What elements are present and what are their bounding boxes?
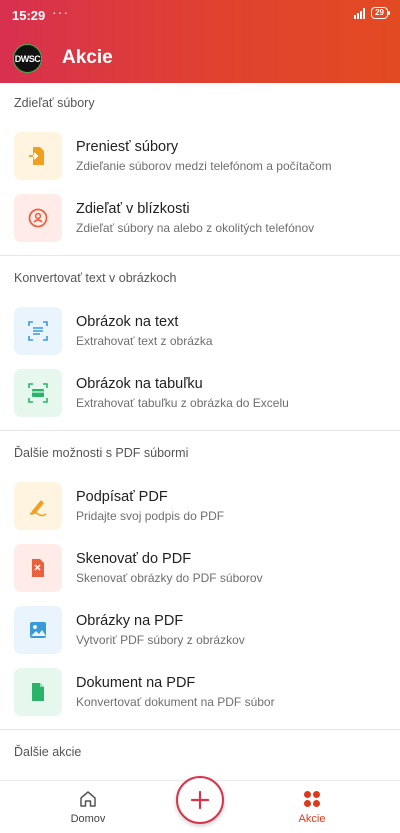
item-title: Obrázky na PDF <box>76 613 184 629</box>
nav-home-label: Domov <box>70 813 106 825</box>
item-subtitle: Extrahovať text z obrázka <box>76 334 213 348</box>
document-to-pdf-icon <box>14 668 62 716</box>
image-to-text-icon <box>14 307 62 355</box>
actions-list[interactable]: Zdieľať súbory Preniesť súbory Zdieľanie… <box>0 83 400 780</box>
transfer-files-icon <box>14 132 62 180</box>
actions-grid-icon <box>304 791 320 807</box>
home-icon <box>80 791 96 807</box>
list-item-image-to-text[interactable]: Obrázok na text Extrahovať text z obrázk… <box>0 300 400 362</box>
images-to-pdf-icon <box>14 606 62 654</box>
status-indicators: 29 <box>354 7 390 19</box>
image-to-table-icon <box>14 369 62 417</box>
nearby-share-icon <box>14 194 62 242</box>
create-new-button[interactable] <box>176 776 224 824</box>
list-item-images-to-pdf[interactable]: Obrázky na PDF Vytvoriť PDF súbory z obr… <box>0 599 400 661</box>
item-title: Dokument na PDF <box>76 675 196 691</box>
sign-pdf-icon <box>14 482 62 530</box>
item-subtitle: Zdieľať súbory na alebo z okolitých tele… <box>76 221 315 235</box>
item-subtitle: Vytvoriť PDF súbory z obrázkov <box>76 633 245 647</box>
item-title: Zdieľať v blízkosti <box>76 201 190 217</box>
item-title: Skenovať do PDF <box>76 551 192 567</box>
list-item-transfer-files[interactable]: Preniesť súbory Zdieľanie súborov medzi … <box>0 125 400 187</box>
list-item-nearby-share[interactable]: Zdieľať v blízkosti Zdieľať súbory na al… <box>0 187 400 249</box>
item-subtitle: Extrahovať tabuľku z obrázka do Excelu <box>76 396 289 410</box>
avatar[interactable]: DWSC <box>13 44 42 73</box>
section-title: Zdieľať súbory <box>14 96 95 110</box>
nav-home[interactable]: Domov <box>48 789 128 825</box>
section-pdf-options: Ďalšie možnosti s PDF súbormi Podpísať P… <box>0 431 400 730</box>
signal-icon <box>354 7 366 19</box>
nav-actions[interactable]: Akcie <box>272 789 352 825</box>
plus-icon <box>190 790 210 810</box>
list-item-image-to-table[interactable]: Obrázok na tabuľku Extrahovať tabuľku z … <box>0 362 400 424</box>
battery-icon: 29 <box>371 7 390 19</box>
list-item-sign-pdf[interactable]: Podpísať PDF Pridajte svoj podpis do PDF <box>0 475 400 537</box>
page-title: Akcie <box>62 47 113 68</box>
item-subtitle: Pridajte svoj podpis do PDF <box>76 509 225 523</box>
section-more-actions: Ďalšie akcie <box>0 730 400 770</box>
list-item-document-to-pdf[interactable]: Dokument na PDF Konvertovať dokument na … <box>0 661 400 723</box>
item-title: Preniesť súbory <box>76 139 179 155</box>
status-bar: 15:29 ··· 29 <box>0 0 400 30</box>
item-title: Obrázok na tabuľku <box>76 376 203 392</box>
item-subtitle: Zdieľanie súborov medzi telefónom a počí… <box>76 159 332 173</box>
section-title: Ďalšie možnosti s PDF súbormi <box>14 446 189 460</box>
section-title: Konvertovať text v obrázkoch <box>14 271 177 285</box>
avatar-text: DWSC <box>14 53 41 64</box>
nav-actions-label: Akcie <box>298 813 326 825</box>
status-notification-dots: ··· <box>52 4 69 20</box>
item-title: Podpísať PDF <box>76 489 168 505</box>
app-header: 15:29 ··· 29 DWSC Akcie <box>0 0 400 83</box>
scan-to-pdf-icon <box>14 544 62 592</box>
item-subtitle: Konvertovať dokument na PDF súbor <box>76 695 275 709</box>
section-convert-text: Konvertovať text v obrázkoch Obrázok na … <box>0 256 400 431</box>
item-title: Obrázok na text <box>76 314 179 330</box>
battery-level: 29 <box>375 8 384 17</box>
section-title: Ďalšie akcie <box>14 745 82 759</box>
status-time: 15:29 <box>12 8 46 23</box>
item-subtitle: Skenovať obrázky do PDF súborov <box>76 571 263 585</box>
list-item-scan-to-pdf[interactable]: Skenovať do PDF Skenovať obrázky do PDF … <box>0 537 400 599</box>
section-share-files: Zdieľať súbory Preniesť súbory Zdieľanie… <box>0 83 400 256</box>
